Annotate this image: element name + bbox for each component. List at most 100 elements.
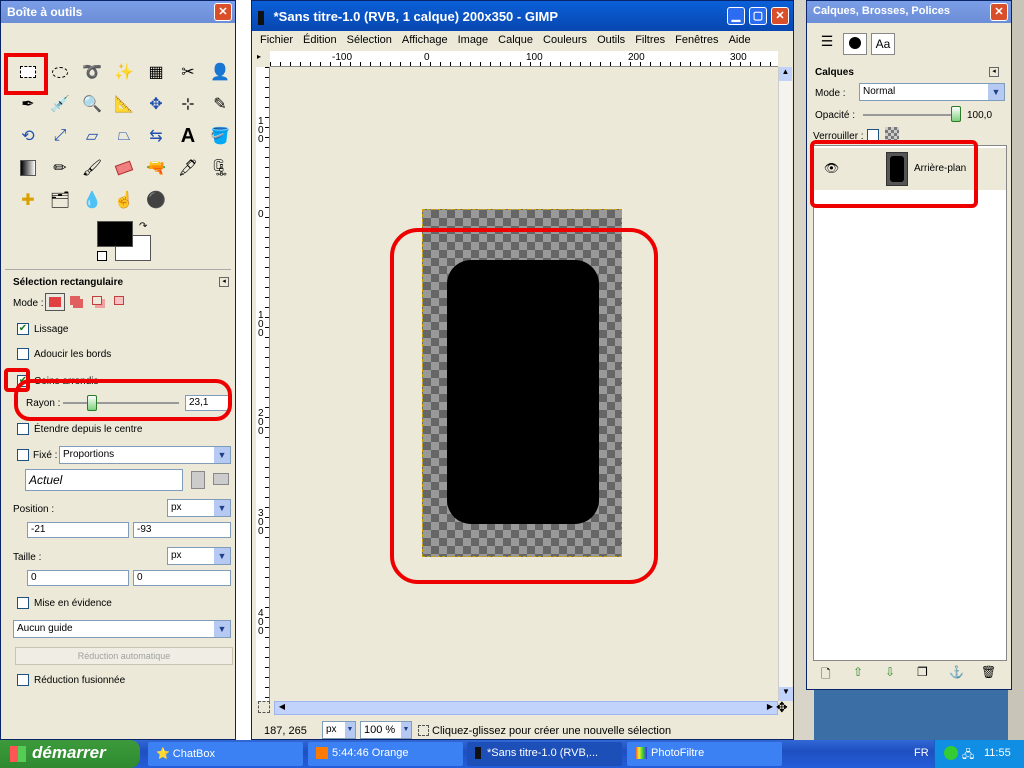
scroll-up-icon[interactable]: ▲ — [779, 67, 792, 81]
maximize-button[interactable]: ▢ — [749, 7, 767, 25]
taskbar-item-chatbox[interactable]: ⭐ ChatBox — [148, 742, 303, 766]
chain-icon[interactable] — [191, 471, 205, 489]
menu-fenetres[interactable]: Fenêtres — [675, 34, 718, 46]
lock-checkbox[interactable] — [867, 129, 879, 141]
navigate-icon[interactable]: ✥ — [776, 699, 788, 716]
menu-image[interactable]: Image — [458, 34, 489, 46]
opacity-value[interactable]: 100,0 — [967, 110, 992, 121]
taille-h-input[interactable]: 0 — [133, 570, 231, 586]
guide-dropdown[interactable]: Aucun guide ▼ — [13, 620, 231, 638]
unit-dropdown[interactable]: px ▼ — [322, 721, 356, 739]
crop-tool[interactable]: ✎ — [207, 91, 233, 117]
lasso-tool[interactable]: ➰ — [79, 59, 105, 85]
menu-outils[interactable]: Outils — [597, 34, 625, 46]
menu-edition[interactable]: Édition — [303, 34, 337, 46]
taskbar-item-gimp[interactable]: *Sans titre-1.0 (RVB,... — [467, 742, 622, 766]
perspective-tool[interactable]: ⏢ — [111, 123, 137, 149]
lower-layer-icon[interactable]: ⇩ — [885, 665, 895, 679]
horizontal-scrollbar[interactable]: ◀ ▶ — [274, 701, 778, 715]
shear-tool[interactable]: ▱ — [79, 123, 105, 149]
taskbar-item-photofiltre[interactable]: PhotoFiltre — [627, 742, 782, 766]
zoom-tool[interactable]: 🔍 — [79, 91, 105, 117]
rect-select-tool[interactable] — [15, 59, 41, 85]
minimize-button[interactable]: ▁ — [727, 7, 745, 25]
paths-tool[interactable]: ✒ — [15, 91, 41, 117]
rayon-slider-handle[interactable] — [87, 395, 97, 411]
text-tool[interactable]: A — [175, 123, 201, 149]
taskbar-item-orange[interactable]: 5:44:46 Orange — [308, 742, 463, 766]
menu-fichier[interactable]: Fichier — [260, 34, 293, 46]
move-tool[interactable]: ✥ — [143, 91, 169, 117]
image-canvas[interactable] — [422, 209, 622, 557]
color-select-tool[interactable]: ▦ — [143, 59, 169, 85]
image-titlebar[interactable]: *Sans titre-1.0 (RVB, 1 calque) 200x350 … — [252, 1, 793, 31]
airbrush-tool[interactable]: 🔫 — [143, 155, 169, 181]
align-tool[interactable]: ⊹ — [175, 91, 201, 117]
canvas-area[interactable] — [270, 67, 778, 701]
dodge-burn-tool[interactable]: ⚫ — [143, 187, 169, 213]
menu-selection[interactable]: Sélection — [347, 34, 392, 46]
taille-unit-dropdown[interactable]: px ▼ — [167, 547, 231, 565]
reduction-fusion-checkbox[interactable] — [17, 674, 29, 686]
smudge-tool[interactable]: ☝ — [111, 187, 137, 213]
perspective-clone-tool[interactable]: 🗂 — [47, 187, 73, 213]
taille-w-input[interactable]: 0 — [27, 570, 129, 586]
magic-wand-tool[interactable]: ✨ — [111, 59, 137, 85]
menu-couleurs[interactable]: Couleurs — [543, 34, 587, 46]
menu-arrow-icon[interactable]: ▸ — [257, 52, 269, 64]
mode-add-button[interactable] — [67, 293, 87, 311]
fixe-checkbox[interactable] — [17, 449, 29, 461]
rotate-tool[interactable]: ⟲ — [15, 123, 41, 149]
bucket-fill-tool[interactable]: 🪣 — [207, 123, 233, 149]
scroll-left-icon[interactable]: ◀ — [275, 702, 289, 714]
close-button[interactable]: ✕ — [990, 3, 1008, 21]
layer-mode-dropdown[interactable]: Normal ▼ — [859, 83, 1005, 101]
actuel-input[interactable]: Actuel — [25, 469, 183, 491]
opacity-slider-handle[interactable] — [951, 106, 961, 122]
lock-alpha-icon[interactable] — [885, 127, 899, 141]
language-indicator[interactable]: FR — [914, 747, 929, 759]
new-layer-icon[interactable]: 🗋 — [821, 665, 831, 686]
layers-titlebar[interactable]: Calques, Brosses, Polices ✕ — [807, 1, 1011, 23]
default-colors-icon[interactable] — [97, 251, 107, 261]
vertical-scrollbar[interactable]: ▲ ▼ — [778, 67, 793, 701]
layers-menu-icon[interactable]: ◂ — [989, 67, 999, 77]
coins-arrondis-checkbox[interactable]: ✔ — [17, 375, 29, 387]
position-unit-dropdown[interactable]: px ▼ — [167, 499, 231, 517]
close-button[interactable]: ✕ — [214, 3, 232, 21]
mode-replace-button[interactable] — [45, 293, 65, 311]
toolbox-titlebar[interactable]: Boîte à outils ✕ — [1, 1, 235, 23]
flip-tool[interactable]: ⇆ — [143, 123, 169, 149]
anchor-layer-icon[interactable]: ⚓ — [949, 665, 964, 679]
mode-subtract-button[interactable] — [89, 293, 109, 311]
rayon-slider-track[interactable] — [63, 402, 179, 404]
mise-evidence-checkbox[interactable] — [17, 597, 29, 609]
start-button[interactable]: démarrer — [0, 740, 140, 768]
eraser-tool[interactable] — [111, 155, 137, 181]
clone-tool[interactable]: 🗜 — [207, 155, 233, 181]
menu-aide[interactable]: Aide — [729, 34, 751, 46]
opacity-slider-track[interactable] — [863, 114, 959, 116]
portrait-icon[interactable] — [213, 473, 229, 485]
rayon-input[interactable]: 23,1 — [185, 395, 229, 411]
foreground-select-tool[interactable]: 👤 — [207, 59, 233, 85]
tray-icon[interactable] — [944, 746, 958, 760]
quickmask-icon[interactable] — [258, 701, 270, 713]
position-x-input[interactable]: -21 — [27, 522, 129, 538]
blur-tool[interactable]: 💧 — [79, 187, 105, 213]
paintbrush-tool[interactable]: 🖌 — [79, 155, 105, 181]
etendre-checkbox[interactable] — [17, 423, 29, 435]
position-y-input[interactable]: -93 — [133, 522, 231, 538]
adoucir-checkbox[interactable] — [17, 348, 29, 360]
color-picker-tool[interactable]: 💉 — [47, 91, 73, 117]
delete-layer-icon[interactable]: 🗑 — [981, 665, 996, 679]
scroll-right-icon[interactable]: ▶ — [763, 702, 777, 714]
close-button[interactable]: ✕ — [771, 7, 789, 25]
mode-intersect-button[interactable] — [111, 293, 131, 311]
pencil-tool[interactable]: ✏ — [47, 155, 73, 181]
network-icon[interactable]: 🖧 — [962, 746, 976, 761]
zoom-dropdown[interactable]: 100 % ▼ — [360, 721, 412, 739]
menu-calque[interactable]: Calque — [498, 34, 533, 46]
tab-fonts[interactable]: Aa — [871, 33, 895, 55]
swap-colors-icon[interactable]: ↷ — [139, 221, 147, 232]
